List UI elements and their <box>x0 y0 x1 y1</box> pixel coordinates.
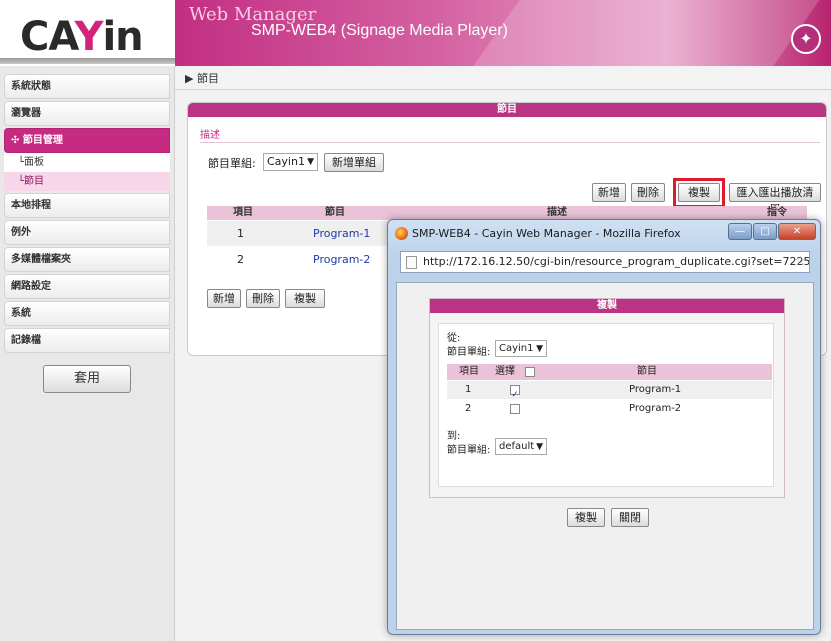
sidebar-item-network[interactable]: 網路設定 <box>4 274 170 299</box>
dialog-table-header: 項目 選擇 節目 <box>447 364 772 380</box>
col-program: 節目 <box>637 366 657 377</box>
dialog-content: 從: 節目單組: Cayin1 ▼ 項目 選擇 節目 1 ✓ Program-1 <box>438 323 774 487</box>
breadcrumb: ▶ 節目 <box>175 68 831 90</box>
from-group-select[interactable]: Cayin1 ▼ <box>495 340 547 357</box>
sidebar: 系統狀態 瀏覽器 ✣ 節目管理 └面板 └節目 本地排程 例外 多媒體檔案夾 網… <box>0 66 175 641</box>
dialog-title: 複製 <box>430 299 784 313</box>
header-banner: Web Manager SMP-WEB4 (Signage Media Play… <box>175 0 831 80</box>
col-command: 指令 <box>767 207 787 218</box>
logo-underline <box>0 58 175 64</box>
col-index: 項目 <box>459 366 479 377</box>
panel-title: 節目 <box>188 103 826 117</box>
sidebar-subitem-panel[interactable]: └面板 <box>4 153 170 172</box>
sidebar-subitem-program[interactable]: └節目 <box>4 172 170 191</box>
group-label: 節目單組: <box>208 157 256 170</box>
row-index: 2 <box>237 253 244 266</box>
add-button[interactable]: 新增 <box>592 183 626 202</box>
logo-area: CAYin <box>0 0 175 66</box>
sidebar-item-log[interactable]: 記錄檔 <box>4 328 170 353</box>
row-program: Program-2 <box>629 403 682 414</box>
import-export-playlist-button[interactable]: 匯入匯出播放清單 <box>729 183 821 216</box>
new-group-button[interactable]: 新增單組 <box>324 153 384 172</box>
bottom-copy-button[interactable]: 複製 <box>285 289 325 308</box>
sidebar-item-browser[interactable]: 瀏覽器 <box>4 101 170 126</box>
sidebar-item-system[interactable]: 系統 <box>4 301 170 326</box>
copy-dialog: 複製 從: 節目單組: Cayin1 ▼ 項目 選擇 節目 1 ✓ Progra <box>429 298 785 498</box>
sidebar-item-media-folder[interactable]: 多媒體檔案夾 <box>4 247 170 272</box>
from-label: 從: <box>447 333 461 344</box>
popup-window: SMP-WEB4 - Cayin Web Manager - Mozilla F… <box>387 219 821 635</box>
from-group-value: Cayin1 <box>499 343 534 354</box>
from-group-label: 節目單組: <box>447 347 491 358</box>
select-all-checkbox[interactable] <box>525 367 535 377</box>
group-select-value: Cayin1 <box>267 155 305 168</box>
dialog-row: 1 ✓ Program-1 <box>447 381 772 400</box>
col-index: 項目 <box>233 207 253 218</box>
minimize-icon[interactable]: — <box>728 223 752 240</box>
row-index: 2 <box>465 403 472 414</box>
dialog-close-button[interactable]: 關閉 <box>611 508 649 527</box>
group-select[interactable]: Cayin1 ▼ <box>263 153 318 171</box>
row-index: 1 <box>237 227 244 240</box>
window-title: SMP-WEB4 - Cayin Web Manager - Mozilla F… <box>412 227 681 240</box>
popup-body: 複製 從: 節目單組: Cayin1 ▼ 項目 選擇 節目 1 ✓ Progra <box>396 282 814 630</box>
bottom-add-button[interactable]: 新增 <box>207 289 241 308</box>
col-program: 節目 <box>325 207 345 218</box>
to-label: 到: <box>447 431 461 442</box>
sidebar-item-exception[interactable]: 例外 <box>4 220 170 245</box>
chevron-down-icon: ▼ <box>536 344 543 354</box>
cayin-logo: CAYin <box>20 14 144 60</box>
row-checkbox-checked[interactable]: ✓ <box>510 385 520 400</box>
star-close-icon[interactable]: ✦ <box>791 24 821 54</box>
url-bar[interactable]: http://172.16.12.50/cgi-bin/resource_pro… <box>400 251 810 273</box>
sidebar-item-local-schedule[interactable]: 本地排程 <box>4 193 170 218</box>
divider <box>200 142 820 143</box>
description-label: 描述 <box>200 130 220 141</box>
bookmark-star-icon[interactable]: ☆ <box>794 252 806 272</box>
table-header: 項目 節目 描述 指令 <box>207 206 807 220</box>
page-icon <box>406 256 417 269</box>
to-group-select[interactable]: default ▼ <box>495 438 547 455</box>
delete-button[interactable]: 刪除 <box>631 183 665 202</box>
chevron-down-icon: ▼ <box>307 157 314 167</box>
to-group-value: default <box>499 441 535 452</box>
program-link[interactable]: Program-1 <box>313 221 370 246</box>
sidebar-item-system-status[interactable]: 系統狀態 <box>4 74 170 99</box>
to-group-label: 節目單組: <box>447 445 491 456</box>
row-index: 1 <box>465 384 472 395</box>
col-select: 選擇 <box>495 366 515 377</box>
row-checkbox[interactable] <box>510 404 520 414</box>
url-text: http://172.16.12.50/cgi-bin/resource_pro… <box>423 255 810 268</box>
dialog-copy-button[interactable]: 複製 <box>567 508 605 527</box>
chevron-down-icon: ▼ <box>536 442 543 452</box>
dialog-row: 2 Program-2 <box>447 400 772 418</box>
firefox-icon <box>395 227 408 240</box>
device-model: SMP-WEB4 (Signage Media Player) <box>251 22 508 39</box>
sidebar-item-program-management[interactable]: ✣ 節目管理 <box>4 128 170 153</box>
bottom-delete-button[interactable]: 刪除 <box>246 289 280 308</box>
apply-button[interactable]: 套用 <box>43 365 131 393</box>
close-icon[interactable]: ✕ <box>778 223 816 240</box>
copy-button-highlight <box>673 178 725 208</box>
maximize-icon[interactable]: □ <box>753 223 777 240</box>
program-link[interactable]: Program-2 <box>313 247 370 272</box>
row-program: Program-1 <box>629 384 682 395</box>
col-description: 描述 <box>547 207 567 218</box>
